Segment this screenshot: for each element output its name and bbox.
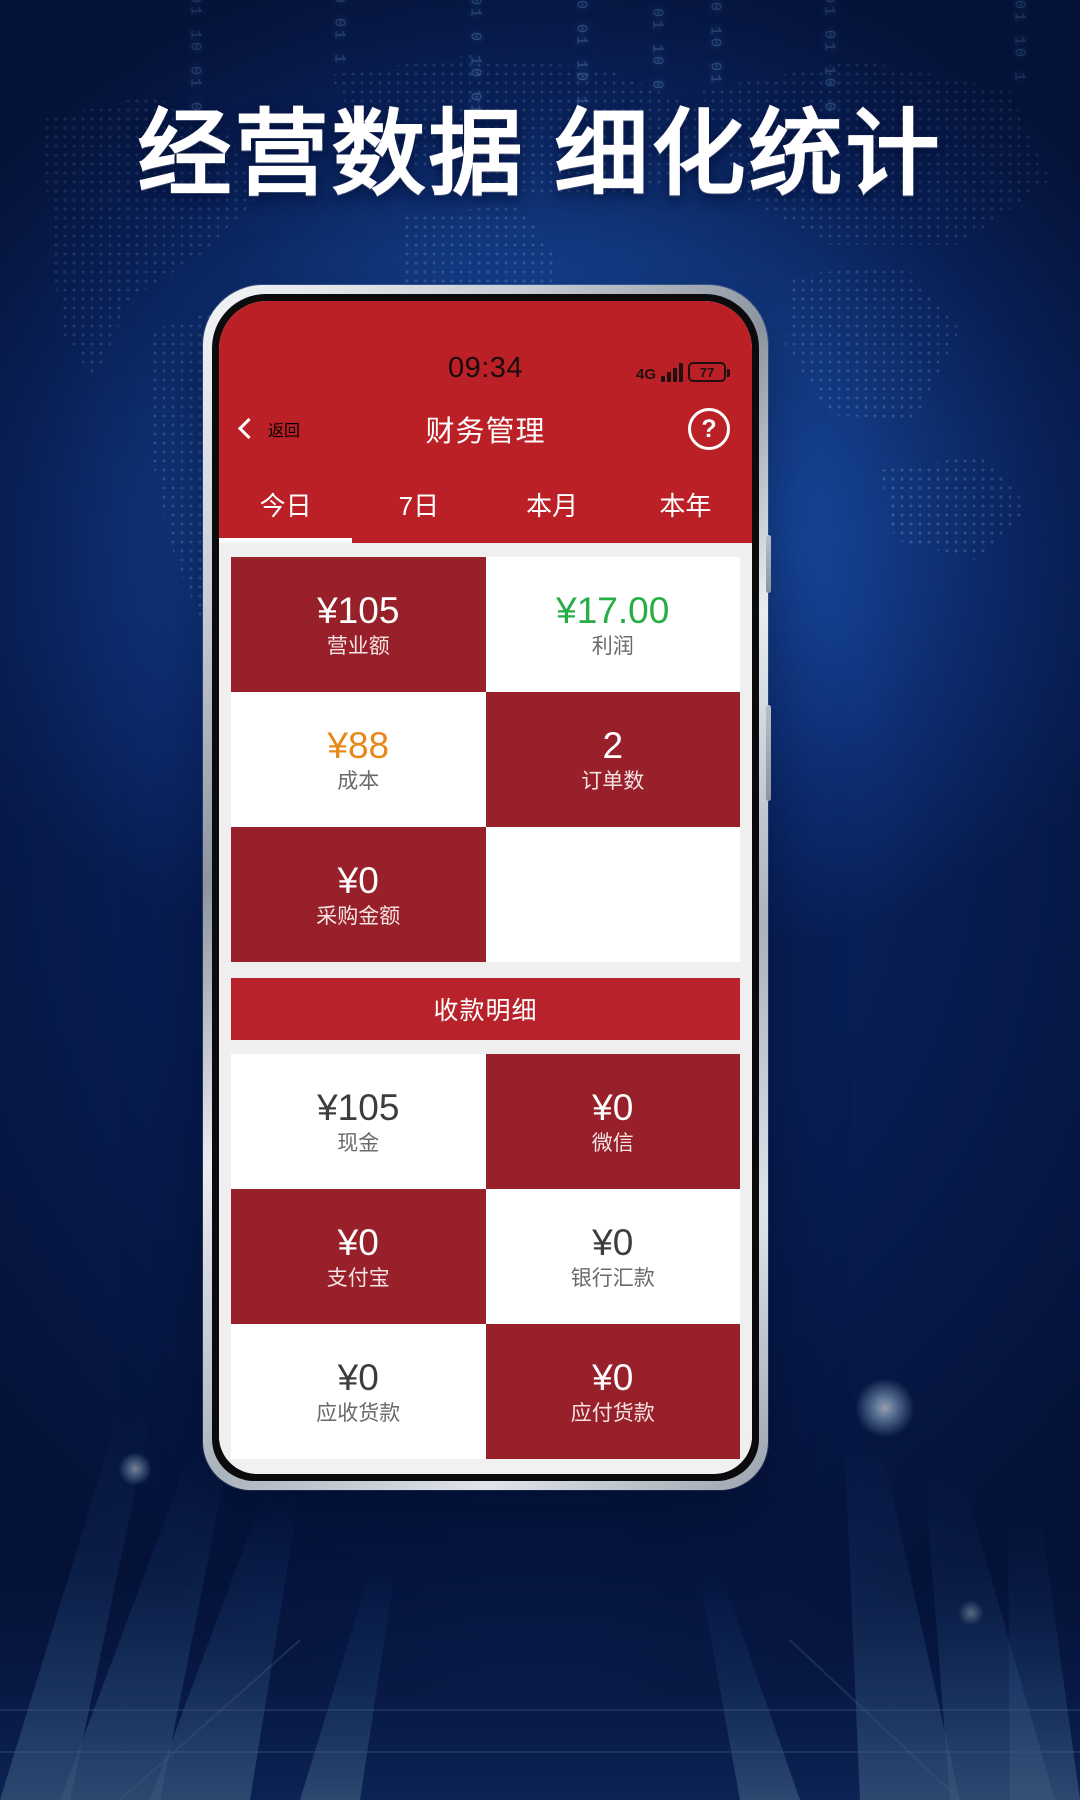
stat-card-empty <box>485 827 740 962</box>
status-clock: 09:34 <box>447 352 524 384</box>
period-tab-bar: 今日 7日 本月 本年 <box>219 465 752 543</box>
payment-value: ¥0 <box>337 1357 379 1398</box>
payment-label: 应付货款 <box>570 1402 655 1425</box>
payment-card-alipay[interactable]: ¥0 支付宝 <box>231 1189 486 1324</box>
payment-value: ¥105 <box>317 1087 400 1128</box>
stat-label: 订单数 <box>581 770 645 793</box>
stat-card-cost[interactable]: ¥88 成本 <box>231 692 486 827</box>
tab-this-month[interactable]: 本月 <box>486 465 619 543</box>
stat-label: 采购金额 <box>316 905 401 928</box>
tab-this-year[interactable]: 本年 <box>619 465 752 543</box>
page-title: 经营数据 细化统计 <box>137 101 943 206</box>
payment-value: ¥0 <box>337 1222 379 1263</box>
chevron-left-icon <box>237 417 260 440</box>
payment-card-wechat[interactable]: ¥0 微信 <box>485 1054 740 1189</box>
payment-value: ¥0 <box>592 1222 634 1263</box>
payment-label: 现金 <box>337 1132 380 1155</box>
signal-strength-icon <box>661 363 683 382</box>
payment-label: 微信 <box>591 1132 634 1155</box>
stat-card-order-count[interactable]: 2 订单数 <box>485 692 740 827</box>
back-button-label: 返回 <box>268 423 301 440</box>
volume-button[interactable] <box>766 705 771 801</box>
stat-value: 2 <box>602 725 624 766</box>
battery-level-label: 77 <box>699 364 715 380</box>
payment-label: 银行汇款 <box>570 1267 655 1290</box>
back-button[interactable]: 返回 <box>237 417 301 441</box>
stat-value: ¥0 <box>337 860 379 901</box>
stat-card-purchase-amount[interactable]: ¥0 采购金额 <box>231 827 486 962</box>
payment-detail-grid: ¥105 现金 ¥0 微信 ¥0 支付宝 ¥0 银行汇款 ¥0 应收货款 ¥0 … <box>231 1054 740 1459</box>
status-indicators: 4G 77 <box>635 362 730 383</box>
stat-card-revenue[interactable]: ¥105 营业额 <box>231 557 486 692</box>
tab-seven-days[interactable]: 7日 <box>352 465 485 543</box>
stat-label: 营业额 <box>326 635 390 658</box>
help-icon[interactable]: ? <box>688 408 730 450</box>
payment-label: 应收货款 <box>316 1402 401 1425</box>
section-header-payment-details: 收款明细 <box>231 978 740 1040</box>
payment-card-cash[interactable]: ¥105 现金 <box>231 1054 486 1189</box>
stat-value: ¥88 <box>327 725 390 766</box>
power-button[interactable] <box>766 535 771 593</box>
app-content: ¥105 营业额 ¥17.00 利润 ¥88 成本 2 订单数 ¥0 采购金额 … <box>219 543 752 1459</box>
payment-label: 支付宝 <box>326 1267 390 1290</box>
payment-value: ¥0 <box>592 1087 634 1128</box>
app-navigation-bar: 返回 财务管理 ? <box>219 393 752 465</box>
stat-value: ¥105 <box>317 590 400 631</box>
payment-card-payable[interactable]: ¥0 应付货款 <box>485 1324 740 1459</box>
payment-value: ¥0 <box>592 1357 634 1398</box>
stat-card-profit[interactable]: ¥17.00 利润 <box>485 557 740 692</box>
battery-icon: 77 <box>688 362 730 382</box>
summary-grid: ¥105 营业额 ¥17.00 利润 ¥88 成本 2 订单数 ¥0 采购金额 <box>231 557 740 962</box>
phone-bezel: 09:34 4G 77 返回 财务管理 ? 今日 7日 本月 本年 ¥105 营… <box>212 294 759 1481</box>
network-type-icon: 4G <box>635 366 656 383</box>
phone-screen: 09:34 4G 77 返回 财务管理 ? 今日 7日 本月 本年 ¥105 营… <box>219 301 752 1474</box>
phone-device-frame: 09:34 4G 77 返回 财务管理 ? 今日 7日 本月 本年 ¥105 营… <box>203 285 771 1490</box>
payment-card-receivable[interactable]: ¥0 应收货款 <box>231 1324 486 1459</box>
stat-value: ¥17.00 <box>556 590 670 631</box>
tab-today[interactable]: 今日 <box>219 465 353 543</box>
status-bar: 09:34 4G 77 <box>219 301 752 393</box>
stat-label: 成本 <box>337 770 380 793</box>
stat-label: 利润 <box>591 635 634 658</box>
payment-card-bank-transfer[interactable]: ¥0 银行汇款 <box>485 1189 740 1324</box>
